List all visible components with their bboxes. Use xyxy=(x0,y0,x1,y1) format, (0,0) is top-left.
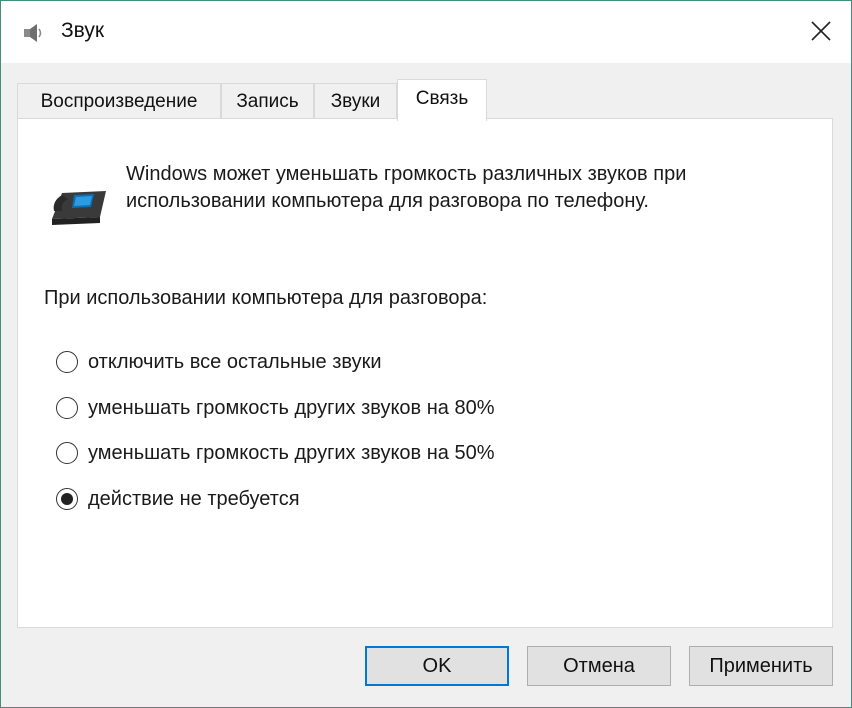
description-text: Windows может уменьшать громкость различ… xyxy=(126,163,687,212)
window-title: Звук xyxy=(61,19,105,42)
close-button[interactable] xyxy=(791,1,851,61)
sound-dialog: Звук Воспроизведение Запись Звуки Связь … xyxy=(0,0,852,708)
group-label: При использовании компьютера для разгово… xyxy=(44,287,488,309)
option-label: действие не требуется xyxy=(88,487,300,510)
radio-button[interactable] xyxy=(56,351,78,373)
title-bar[interactable]: Звук xyxy=(1,1,851,63)
radio-button-selected[interactable] xyxy=(56,488,78,510)
ok-button[interactable]: OK xyxy=(365,646,509,686)
close-icon xyxy=(811,21,831,41)
communications-panel: Windows может уменьшать громкость различ… xyxy=(17,118,833,628)
option-reduce-50[interactable]: уменьшать громкость других звуков на 50% xyxy=(56,438,494,468)
speaker-icon xyxy=(24,24,42,42)
option-mute-all[interactable]: отключить все остальные звуки xyxy=(56,347,382,377)
option-label: уменьшать громкость других звуков на 50% xyxy=(88,441,495,464)
option-reduce-80[interactable]: уменьшать громкость других звуков на 80% xyxy=(56,393,494,423)
radio-button[interactable] xyxy=(56,442,78,464)
tab-recording[interactable]: Запись xyxy=(221,83,314,119)
telephone-icon xyxy=(52,191,106,225)
option-label: отключить все остальные звуки xyxy=(88,350,382,373)
radio-button[interactable] xyxy=(56,397,78,419)
option-do-nothing[interactable]: действие не требуется xyxy=(56,484,300,514)
radio-selected-dot xyxy=(61,493,73,505)
option-label: уменьшать громкость других звуков на 80% xyxy=(88,396,495,419)
apply-button[interactable]: Применить xyxy=(689,646,833,686)
tab-communications[interactable]: Связь xyxy=(397,79,487,121)
tab-sounds[interactable]: Звуки xyxy=(314,83,397,119)
cancel-button[interactable]: Отмена xyxy=(527,646,671,686)
tab-playback[interactable]: Воспроизведение xyxy=(17,83,221,119)
